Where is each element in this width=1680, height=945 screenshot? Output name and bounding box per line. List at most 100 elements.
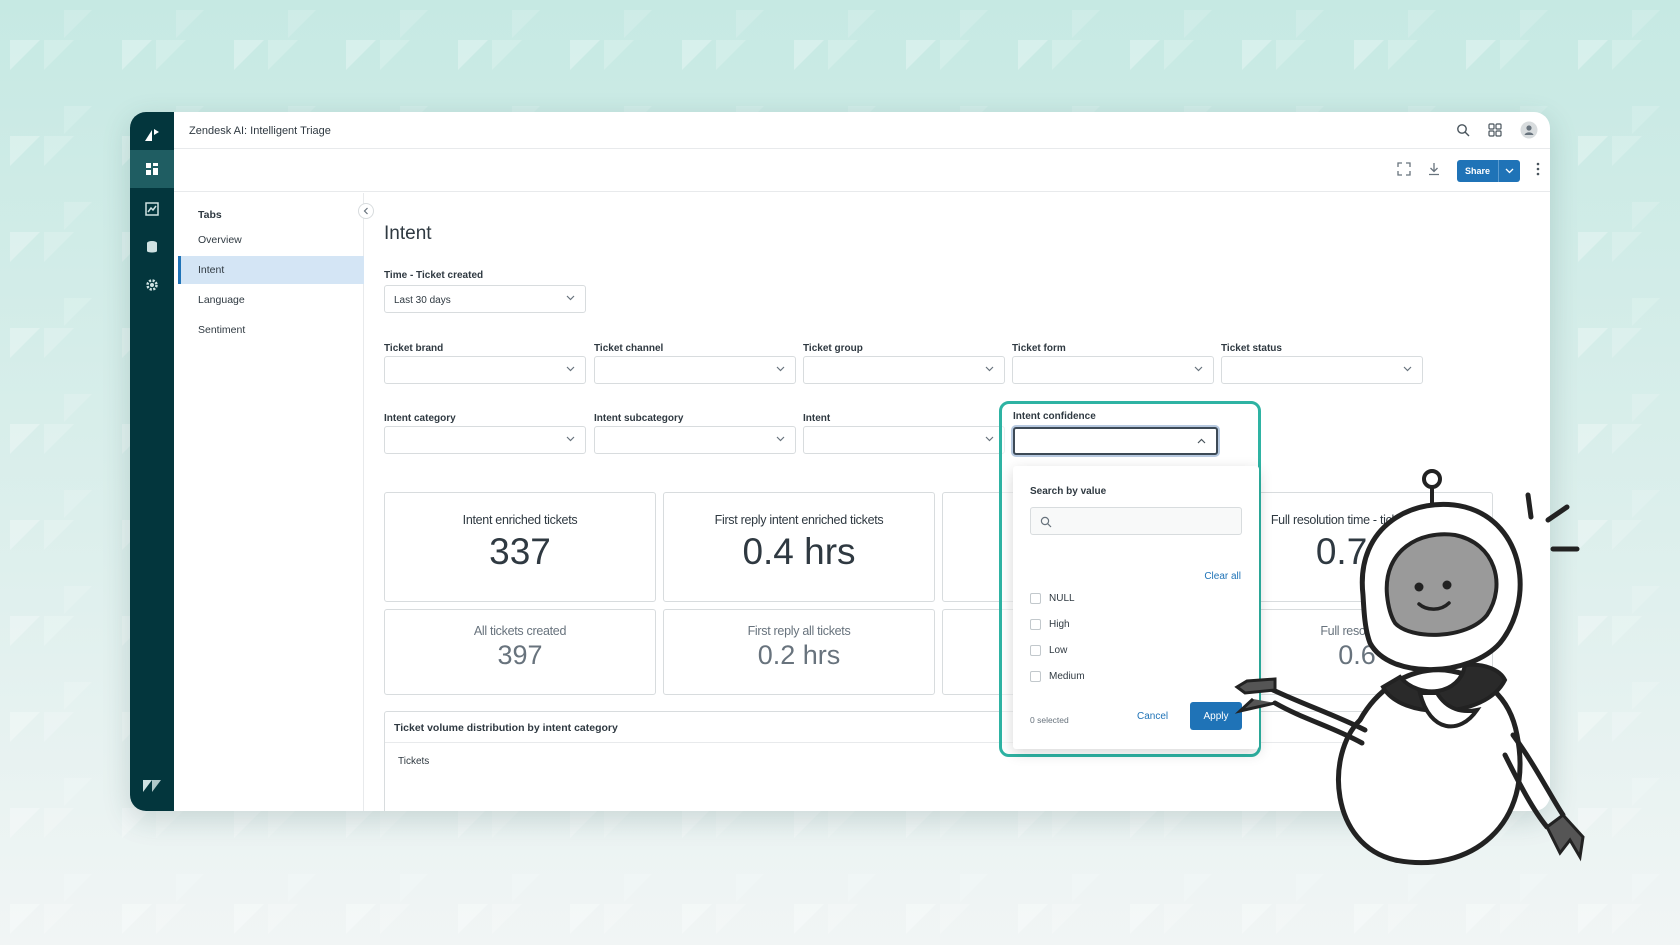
chevron-down-icon: [1505, 168, 1514, 174]
reports-icon[interactable]: [130, 190, 174, 228]
dashboard-icon[interactable]: [130, 150, 174, 188]
chevron-down-icon: [985, 436, 994, 442]
time-filter-dropdown[interactable]: Last 30 days: [384, 285, 586, 313]
share-options-button[interactable]: [1498, 160, 1520, 182]
chevron-down-icon: [776, 436, 785, 442]
option-null[interactable]: NULL: [1030, 593, 1075, 604]
option-medium[interactable]: Medium: [1030, 671, 1085, 682]
chevron-down-icon: [566, 295, 575, 301]
metric-card-first-reply-intent[interactable]: First reply intent enriched tickets 0.4 …: [663, 492, 935, 602]
metric-label: All tickets created: [473, 624, 567, 638]
ticket-group-dropdown[interactable]: [803, 356, 1005, 384]
intent-category-label: Intent category: [384, 413, 456, 424]
metric-card-first-reply-all[interactable]: First reply all tickets 0.2 hrs: [663, 609, 935, 695]
ticket-channel-label: Ticket channel: [594, 343, 664, 354]
option-label: Low: [1049, 645, 1068, 656]
option-label: Medium: [1049, 671, 1085, 682]
ticket-status-label: Ticket status: [1221, 343, 1282, 354]
dashboard-content: Intent Time - Ticket created Last 30 day…: [384, 193, 1550, 811]
chevron-down-icon: [1403, 366, 1412, 372]
selected-count: 0 selected: [1030, 715, 1069, 725]
distribution-widget: Ticket volume distribution by intent cat…: [384, 711, 1424, 811]
app-title: Zendesk AI: Intelligent Triage: [189, 125, 331, 137]
app-window: Zendesk AI: Intelligent Triage Share Tab…: [130, 112, 1550, 811]
time-filter-value: Last 30 days: [394, 295, 451, 306]
tab-overview[interactable]: Overview: [178, 226, 364, 254]
chevron-down-icon: [566, 436, 575, 442]
intent-label: Intent: [803, 413, 831, 424]
metric-value: 397: [497, 640, 543, 670]
chevron-left-icon: [363, 207, 368, 215]
intent-dropdown[interactable]: [803, 426, 1005, 454]
option-label: High: [1049, 619, 1070, 630]
tabs-title: Tabs: [198, 209, 222, 221]
ticket-group-label: Ticket group: [803, 343, 863, 354]
search-icon[interactable]: [1456, 123, 1470, 142]
settings-gear-icon[interactable]: [130, 266, 174, 304]
option-low[interactable]: Low: [1030, 645, 1067, 656]
metric-card-intent-enriched[interactable]: Intent enriched tickets 337: [384, 492, 656, 602]
intent-confidence-highlight: Intent confidence Search by value Clear …: [999, 401, 1261, 757]
metric-value: 337: [489, 531, 551, 572]
ticket-form-label: Ticket form: [1012, 343, 1066, 354]
distribution-title: Ticket volume distribution by intent cat…: [394, 722, 618, 734]
zendesk-explore-logo-icon[interactable]: [130, 116, 174, 154]
dashboard-toolbar: Share: [174, 150, 1550, 192]
ticket-brand-dropdown[interactable]: [384, 356, 586, 384]
metric-card-full-resolution-intent[interactable]: Full resolution time - tickets with i 0.…: [1221, 492, 1493, 602]
checkbox[interactable]: [1030, 619, 1041, 630]
search-icon: [1040, 516, 1052, 528]
menu-title: Search by value: [1030, 486, 1107, 497]
page-title: Intent: [384, 223, 432, 244]
zendesk-logo-icon[interactable]: [130, 767, 174, 805]
intent-confidence-dropdown[interactable]: [1013, 427, 1218, 455]
option-high[interactable]: High: [1030, 619, 1070, 630]
intent-confidence-label: Intent confidence: [1013, 411, 1096, 422]
distribution-axis-label: Tickets: [398, 756, 430, 767]
ticket-channel-dropdown[interactable]: [594, 356, 796, 384]
metric-value: 0.4 hrs: [742, 531, 856, 572]
tab-sentiment[interactable]: Sentiment: [178, 316, 364, 344]
metric-card-all-tickets[interactable]: All tickets created 397: [384, 609, 656, 695]
tabs-panel: Tabs Overview Intent Language Sentiment: [174, 193, 374, 811]
share-button-group: Share: [1456, 160, 1520, 182]
ticket-status-dropdown[interactable]: [1221, 356, 1423, 384]
fullscreen-icon[interactable]: [1397, 161, 1411, 181]
more-options-icon[interactable]: [1536, 162, 1540, 181]
metric-value: 0.2 hrs: [757, 640, 841, 670]
tab-intent[interactable]: Intent: [178, 256, 364, 284]
metric-value: 0.6: [1338, 640, 1376, 670]
intent-category-dropdown[interactable]: [384, 426, 586, 454]
metric-card-full-resolution[interactable]: Full resolution 0.6: [1221, 609, 1493, 695]
tab-language[interactable]: Language: [178, 286, 364, 314]
avatar[interactable]: [1520, 121, 1538, 144]
top-bar: Zendesk AI: Intelligent Triage: [174, 112, 1550, 149]
checkbox[interactable]: [1030, 645, 1041, 656]
divider: [385, 742, 1423, 743]
chevron-up-icon: [1197, 438, 1206, 444]
time-filter-label: Time - Ticket created: [384, 270, 484, 281]
search-value-input[interactable]: [1030, 507, 1242, 535]
chevron-down-icon: [985, 366, 994, 372]
intent-subcategory-label: Intent subcategory: [594, 413, 684, 424]
download-icon[interactable]: [1427, 162, 1441, 181]
metric-value: 0.7 h: [1315, 531, 1399, 572]
metric-label: Full resolution time - tickets with i: [1270, 513, 1444, 527]
checkbox[interactable]: [1030, 593, 1041, 604]
intent-confidence-menu: Search by value Clear all NULL High Low …: [1013, 466, 1259, 749]
checkbox[interactable]: [1030, 671, 1041, 682]
clear-all-button[interactable]: Clear all: [1204, 571, 1241, 582]
chevron-down-icon: [1194, 366, 1203, 372]
ticket-brand-label: Ticket brand: [384, 343, 444, 354]
collapse-panel-button[interactable]: [358, 203, 374, 219]
cancel-button[interactable]: Cancel: [1137, 711, 1168, 722]
share-button[interactable]: Share: [1456, 160, 1498, 182]
metric-label: Intent enriched tickets: [462, 513, 578, 527]
datasets-icon[interactable]: [130, 228, 174, 266]
ticket-form-dropdown[interactable]: [1012, 356, 1214, 384]
nav-rail: [130, 112, 174, 811]
metric-label: First reply intent enriched tickets: [714, 513, 884, 527]
apply-button[interactable]: Apply: [1190, 702, 1242, 730]
intent-subcategory-dropdown[interactable]: [594, 426, 796, 454]
product-tray-icon[interactable]: [1488, 123, 1502, 142]
